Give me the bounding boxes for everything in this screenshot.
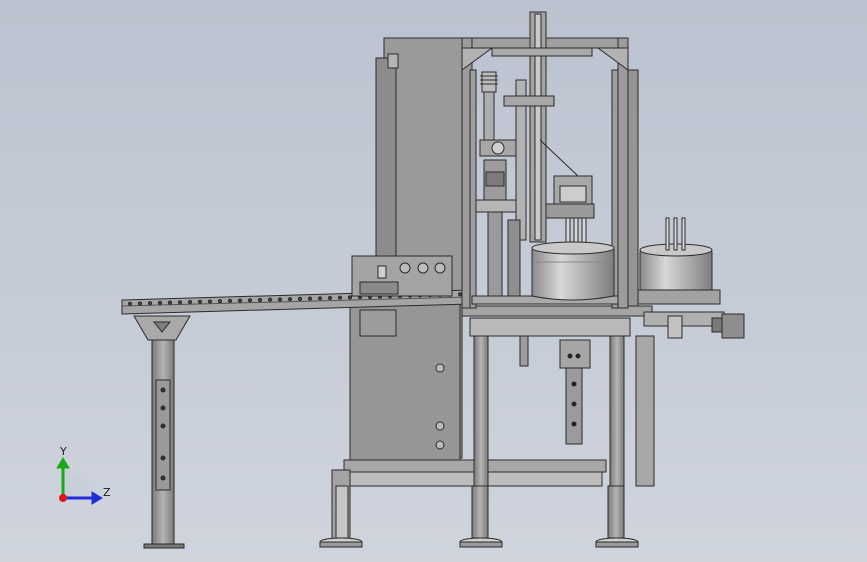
feeder-motor [721, 313, 745, 339]
conveyor-hole [457, 292, 463, 297]
cad-viewport[interactable]: Y Z [0, 0, 867, 562]
conveyor-hole [207, 299, 213, 304]
y-axis-arrowhead-icon [56, 457, 70, 469]
main-cabinet [349, 37, 463, 461]
leveling-foot [595, 537, 639, 548]
conveyor-support-leg [133, 315, 191, 549]
cabinet-bolt [435, 363, 445, 373]
conveyor-hole [227, 298, 233, 303]
conveyor-hole [307, 296, 313, 301]
y-axis-label: Y [59, 445, 67, 458]
cabinet-bolt [435, 440, 445, 450]
cabinet-bracket [387, 53, 399, 69]
triad-plane-icon [63, 470, 91, 498]
z-axis-label: Z [103, 486, 111, 499]
cabinet-bolt [435, 421, 445, 431]
leveling-foot [319, 537, 363, 548]
coordinate-triad[interactable]: Y Z [56, 445, 111, 505]
conveyor-hole [287, 297, 293, 302]
conveyor-hole [247, 298, 253, 303]
z-axis-arrowhead-icon [91, 491, 103, 505]
conveyor-hole [127, 301, 133, 306]
conveyor-hole [297, 296, 303, 301]
conveyor-hole [137, 301, 143, 306]
conveyor-hole [197, 299, 203, 304]
conveyor-hole [327, 295, 333, 301]
conveyor-hole [187, 299, 193, 305]
vibratory-bowl-feeder [637, 217, 745, 339]
conveyor-hole [347, 295, 353, 300]
leveling-foot [459, 537, 503, 548]
conveyor-hole [277, 297, 283, 302]
conveyor-hole [317, 296, 323, 301]
conveyor-hole [157, 300, 163, 305]
conveyor-hole [337, 295, 343, 300]
x-axis-origin-icon [59, 494, 67, 502]
conveyor-hole [267, 297, 273, 302]
conveyor-hole [257, 297, 263, 303]
conveyor-hole [147, 301, 153, 306]
work-table [461, 305, 655, 487]
conveyor-hole [177, 300, 183, 305]
lift-cylinder-head [559, 339, 591, 369]
conveyor-hole [237, 298, 243, 303]
conveyor-hole [167, 300, 173, 305]
conveyor-hole [217, 299, 223, 304]
